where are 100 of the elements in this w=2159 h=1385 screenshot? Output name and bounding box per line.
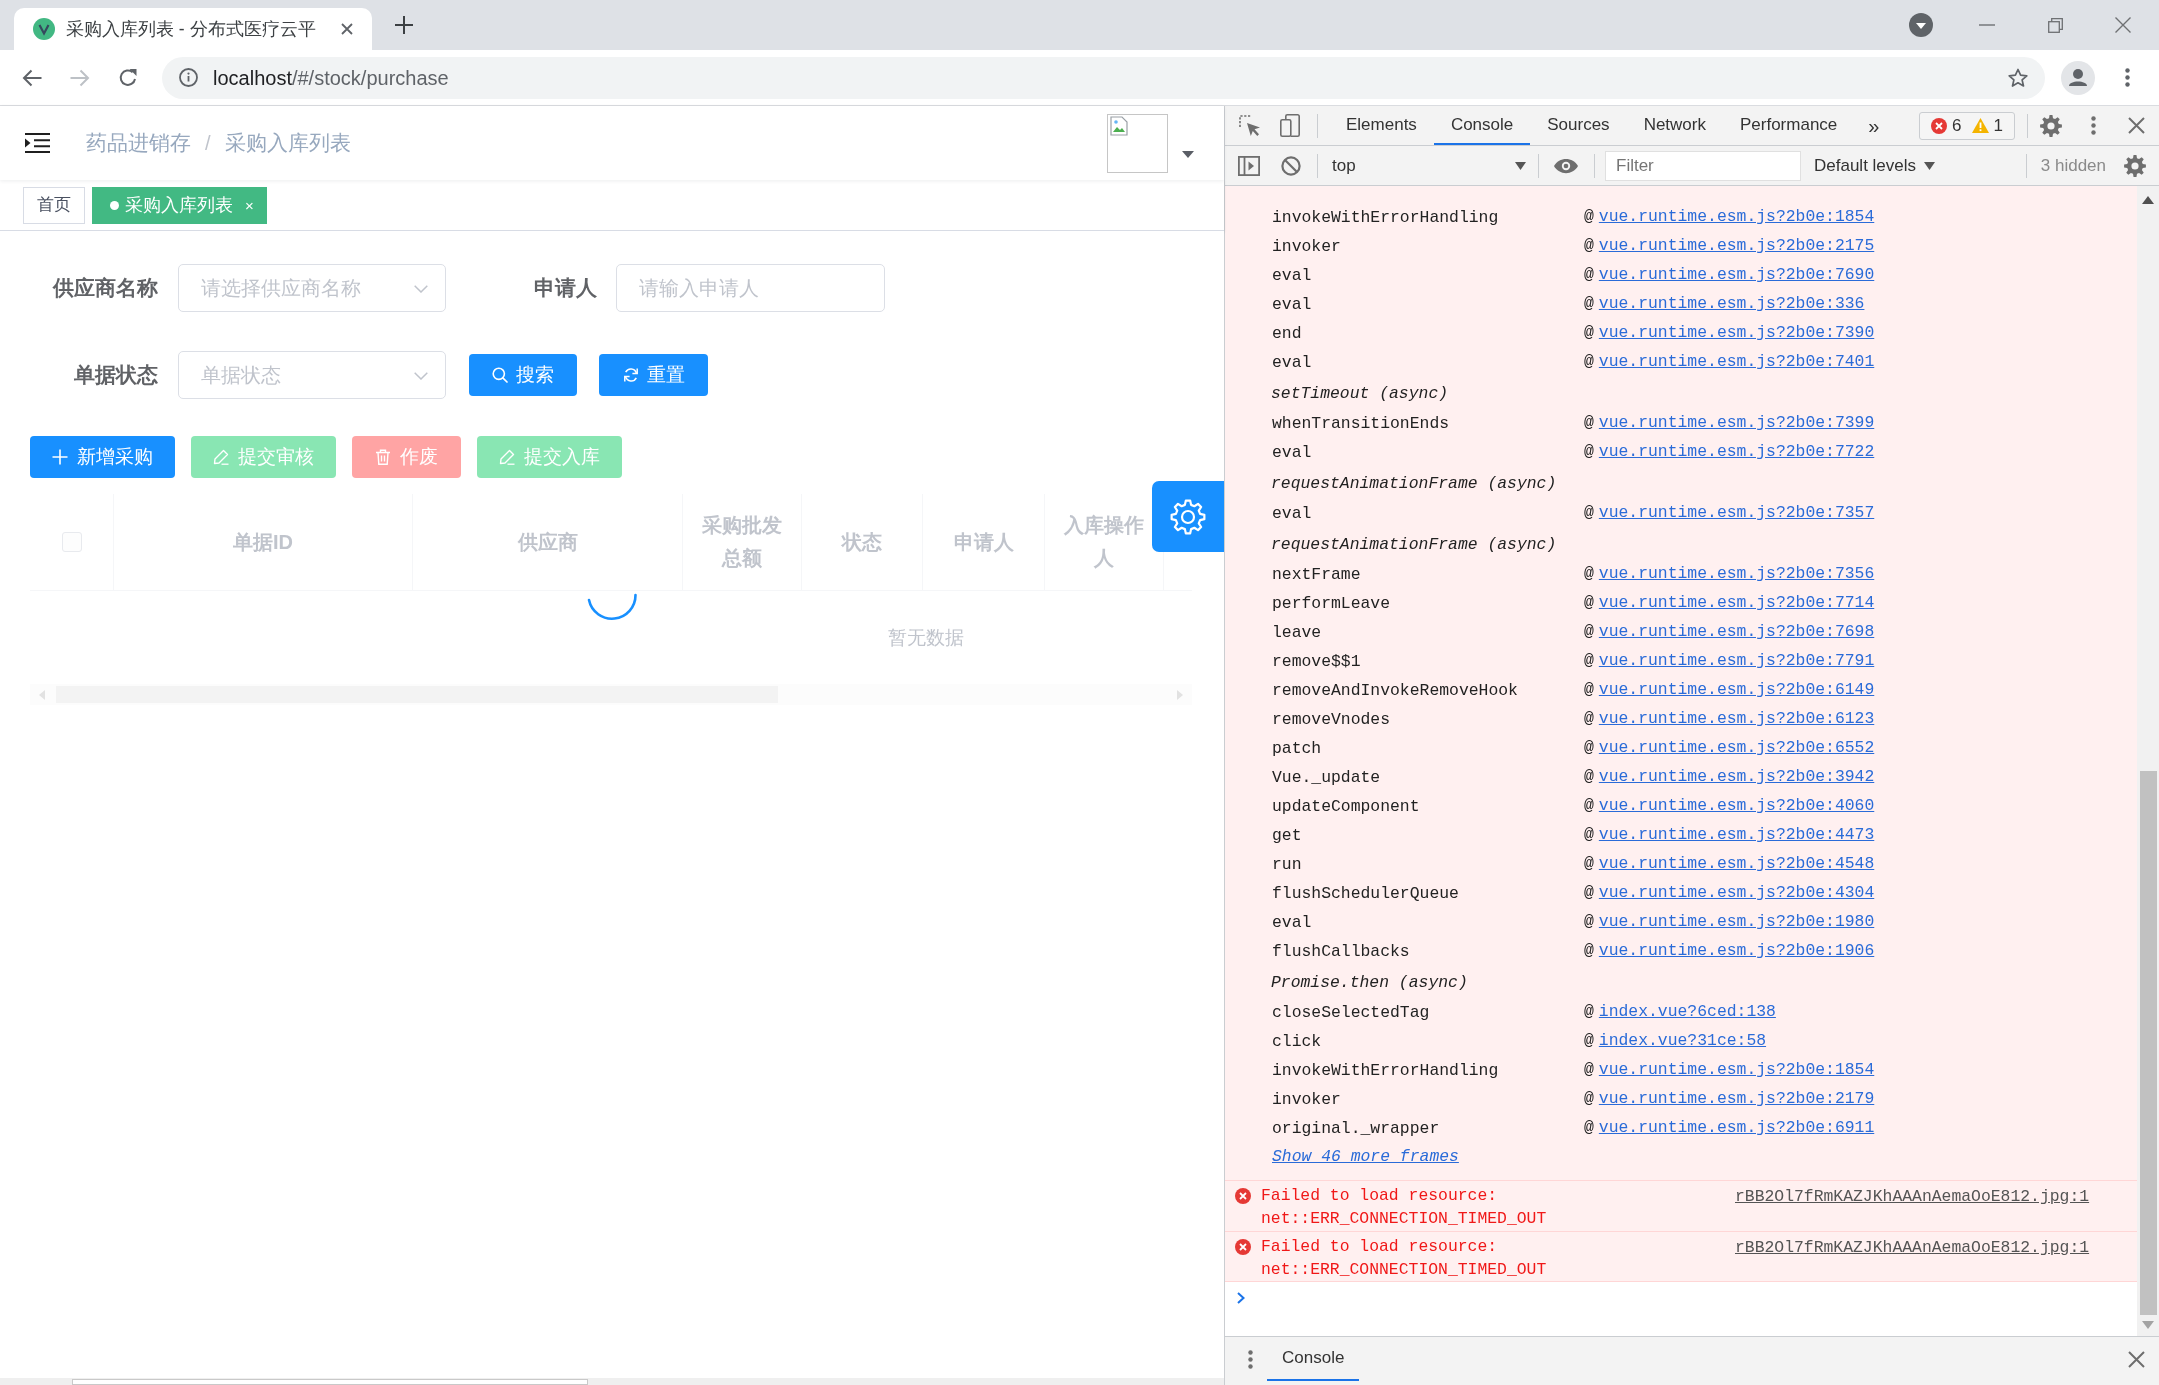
reload-icon[interactable]	[118, 67, 138, 88]
select-field[interactable]: 单据状态	[178, 351, 446, 399]
clear-console-icon[interactable]	[1281, 155, 1301, 176]
profile-avatar-icon[interactable]	[2061, 60, 2095, 95]
source-link[interactable]: vue.runtime.esm.js?2b0e:4473	[1598, 823, 1875, 848]
select-field[interactable]: 请选择供应商名称	[178, 264, 446, 312]
source-link[interactable]: vue.runtime.esm.js?2b0e:3942	[1598, 765, 1875, 790]
inspect-element-icon[interactable]	[1239, 114, 1261, 137]
source-link[interactable]: vue.runtime.esm.js?2b0e:7399	[1598, 411, 1875, 436]
collapse-menu-icon[interactable]	[25, 133, 50, 153]
star-icon[interactable]	[2008, 67, 2028, 88]
devtools-tab[interactable]: Performance	[1723, 106, 1855, 145]
source-link[interactable]: vue.runtime.esm.js?2b0e:7714	[1598, 591, 1875, 616]
source-link[interactable]: vue.runtime.esm.js?2b0e:7690	[1598, 263, 1875, 288]
function-name: get	[1272, 825, 1302, 845]
back-arrow-icon[interactable]	[22, 68, 42, 87]
drawer-tab[interactable]: Console	[1267, 1337, 1360, 1381]
context-select[interactable]: top	[1332, 150, 1532, 181]
breadcrumb-link[interactable]: 药品进销存	[86, 127, 191, 159]
reset-button[interactable]: 重置	[599, 354, 708, 396]
dropdown-arrow-icon	[1924, 161, 1936, 170]
console-settings-icon[interactable]	[2124, 154, 2146, 177]
input-field[interactable]: 请输入申请人	[616, 264, 885, 312]
tag-tab[interactable]: 首页	[23, 186, 85, 224]
log-levels-dropdown[interactable]: Default levels	[1814, 150, 1936, 181]
filter-input[interactable]: Filter	[1605, 150, 1801, 181]
source-link[interactable]: vue.runtime.esm.js?2b0e:6911	[1598, 1116, 1875, 1141]
dropdown-arrow-icon	[1515, 161, 1526, 170]
scrollbar-thumb[interactable]	[2139, 771, 2157, 1315]
info-icon[interactable]	[179, 68, 198, 87]
function-name: updateComponent	[1272, 796, 1420, 816]
restore-icon[interactable]	[2048, 17, 2063, 33]
close-icon[interactable]	[2115, 17, 2131, 33]
source-link[interactable]: vue.runtime.esm.js?2b0e:1854	[1598, 205, 1875, 230]
function-name: invoker	[1272, 1089, 1341, 1109]
function-name: removeVnodes	[1272, 709, 1391, 729]
search-button[interactable]: 搜索	[469, 354, 577, 396]
source-link[interactable]: vue.runtime.esm.js?2b0e:7356	[1598, 562, 1875, 587]
close-icon[interactable]	[2128, 1350, 2145, 1368]
source-link[interactable]: vue.runtime.esm.js?2b0e:2179	[1598, 1087, 1875, 1112]
close-icon[interactable]	[341, 23, 353, 35]
source-link[interactable]: vue.runtime.esm.js?2b0e:7357	[1598, 501, 1875, 526]
source-link[interactable]: vue.runtime.esm.js?2b0e:4060	[1598, 794, 1875, 819]
source-link[interactable]: vue.runtime.esm.js?2b0e:7791	[1598, 649, 1875, 674]
source-link[interactable]: rBB2Ol7fRmKAZJKhAAAnAemaOoE812.jpg:1	[1735, 1238, 2090, 1257]
eye-icon[interactable]	[1553, 157, 1579, 174]
source-link[interactable]: vue.runtime.esm.js?2b0e:336	[1598, 292, 1865, 317]
source-link[interactable]: vue.runtime.esm.js?2b0e:1980	[1598, 910, 1875, 935]
source-link[interactable]: vue.runtime.esm.js?2b0e:7698	[1598, 620, 1875, 645]
browser-tab[interactable]: 采购入库列表 - 分布式医疗云平	[14, 8, 372, 50]
source-link[interactable]: vue.runtime.esm.js?2b0e:1906	[1598, 939, 1875, 964]
source-link[interactable]: vue.runtime.esm.js?2b0e:1854	[1598, 1058, 1875, 1083]
page-scrollbar[interactable]	[0, 1378, 1224, 1385]
source-link[interactable]: vue.runtime.esm.js?2b0e:2175	[1598, 234, 1875, 259]
issues-counter-button[interactable]: 6 1	[1919, 111, 2015, 140]
error-icon	[1235, 1188, 1251, 1204]
source-link[interactable]: index.vue?31ce:58	[1598, 1029, 1767, 1054]
close-icon[interactable]	[2128, 117, 2145, 134]
console-scrollbar[interactable]	[2137, 186, 2159, 1336]
column-header: 供应商	[413, 494, 683, 590]
show-more-link[interactable]: Show 46 more frames	[1272, 1145, 1459, 1170]
devtools-tab[interactable]: Network	[1626, 106, 1723, 145]
source-link[interactable]: rBB2Ol7fRmKAZJKhAAAnAemaOoE812.jpg:1	[1735, 1187, 2090, 1206]
settings-button[interactable]	[1152, 481, 1224, 552]
sidebar-toggle-icon[interactable]	[1238, 155, 1260, 176]
source-link[interactable]: vue.runtime.esm.js?2b0e:7390	[1598, 321, 1875, 346]
devtools-tab[interactable]: Elements	[1329, 106, 1434, 145]
scrollbar-thumb[interactable]	[72, 1379, 588, 1385]
source-link[interactable]: index.vue?6ced:138	[1598, 1000, 1776, 1025]
warning-icon	[1971, 118, 1989, 133]
scroll-up-arrow-icon[interactable]	[2142, 196, 2154, 204]
dot-icon	[110, 200, 119, 210]
settings-icon[interactable]	[2040, 114, 2062, 137]
at-symbol: @	[1584, 264, 1594, 287]
add-button[interactable]: 新增采购	[30, 436, 175, 478]
source-link[interactable]: vue.runtime.esm.js?2b0e:7722	[1598, 440, 1875, 465]
source-link[interactable]: vue.runtime.esm.js?2b0e:6149	[1598, 678, 1875, 703]
more-tabs-button[interactable]: »	[1862, 115, 1886, 136]
profile-dropdown-icon[interactable]	[1909, 13, 1933, 37]
function-name: eval	[1272, 442, 1312, 462]
async-boundary-label: setTimeout (async)	[1271, 383, 1449, 406]
source-link[interactable]: vue.runtime.esm.js?2b0e:7401	[1598, 350, 1875, 375]
new-tab-icon[interactable]	[395, 16, 413, 34]
async-boundary-label: requestAnimationFrame (async)	[1271, 473, 1557, 496]
at-symbol: @	[1584, 1059, 1594, 1082]
more-options-icon[interactable]	[2125, 68, 2130, 87]
source-link[interactable]: vue.runtime.esm.js?2b0e:6123	[1598, 707, 1875, 732]
source-link[interactable]: vue.runtime.esm.js?2b0e:4304	[1598, 881, 1875, 906]
address-bar[interactable]: localhost/#/stock/purchase	[162, 56, 2045, 99]
devtools-tab[interactable]: Sources	[1530, 106, 1627, 145]
source-link[interactable]: vue.runtime.esm.js?2b0e:4548	[1598, 852, 1875, 877]
chevron-down-icon	[414, 285, 428, 293]
device-toolbar-icon[interactable]	[1280, 114, 1300, 137]
more-options-icon[interactable]	[2091, 116, 2096, 135]
more-options-icon[interactable]	[1248, 1349, 1253, 1369]
tag-close-button[interactable]: ×	[245, 197, 254, 213]
caret-down-icon[interactable]	[1182, 150, 1194, 158]
source-link[interactable]: vue.runtime.esm.js?2b0e:6552	[1598, 736, 1875, 761]
tag-tab[interactable]: 采购入库列表 ×	[92, 186, 267, 224]
empty-text: 暂无数据	[888, 627, 964, 648]
